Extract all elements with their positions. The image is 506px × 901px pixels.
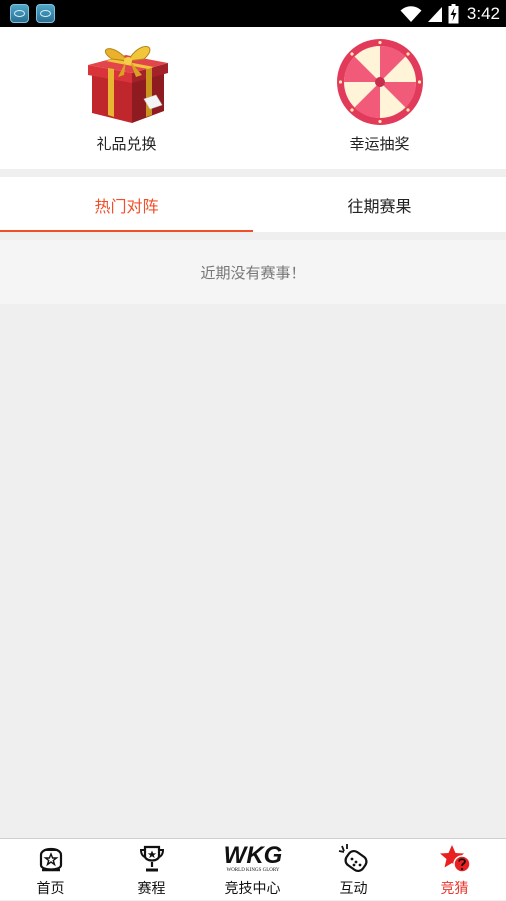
nav-item-interaction[interactable]: 互动 <box>303 839 404 901</box>
tab-past-results-label: 往期赛果 <box>347 196 412 216</box>
guess-icon <box>439 845 471 873</box>
status-time: 3:42 <box>466 3 500 23</box>
lucky-draw-card[interactable]: 幸运抽奖 <box>253 27 506 169</box>
app-notification-icon <box>36 4 55 23</box>
nav-item-arena[interactable]: WKG WORLD KINGS GLORY 竞技中心 <box>202 839 303 901</box>
wkg-logo-subtext: WORLD KINGS GLORY <box>226 868 279 873</box>
gift-box-icon <box>87 46 168 123</box>
nav-item-guess[interactable]: 竞猜 <box>404 839 505 901</box>
wkg-logo: WKG WORLD KINGS GLORY <box>223 842 282 873</box>
app-notification-icon <box>10 4 29 23</box>
wkg-logo-text: WKG <box>223 842 282 869</box>
wifi-icon <box>400 5 422 22</box>
nav-label-interaction: 互动 <box>339 881 368 897</box>
nav-label-arena: 竞技中心 <box>224 881 281 897</box>
trophy-icon <box>139 845 164 872</box>
helmet-icon <box>39 847 62 872</box>
active-tab-indicator <box>0 230 253 232</box>
tab-hot-matches-label: 热门对阵 <box>94 196 159 216</box>
gift-exchange-label: 礼品兑换 <box>96 135 157 153</box>
interaction-icon <box>338 844 368 873</box>
gift-exchange-card[interactable]: 礼品兑换 <box>0 27 253 169</box>
bottom-navigation: 首页 赛程 WKG WORLD KINGS GLORY 竞技中心 互动 竞猜 <box>0 838 506 900</box>
nav-item-home[interactable]: 首页 <box>0 839 101 901</box>
nav-item-schedule[interactable]: 赛程 <box>101 839 202 901</box>
tab-hot-matches[interactable]: 热门对阵 <box>0 177 253 232</box>
tab-past-results[interactable]: 往期赛果 <box>253 177 506 232</box>
feature-cards: 礼品兑换 幸运抽奖 <box>0 27 506 169</box>
empty-state: 近期没有赛事！ <box>0 240 506 304</box>
lucky-wheel-icon <box>336 39 423 125</box>
signal-icon <box>427 6 442 22</box>
battery-charging-icon <box>448 3 459 23</box>
empty-state-message: 近期没有赛事！ <box>200 263 306 282</box>
status-bar: 3:42 <box>0 0 506 27</box>
nav-label-guess: 竞猜 <box>440 881 469 897</box>
lucky-draw-label: 幸运抽奖 <box>349 135 410 153</box>
nav-label-schedule: 赛程 <box>137 881 166 897</box>
match-tabs: 热门对阵 往期赛果 <box>0 177 506 232</box>
nav-label-home: 首页 <box>36 881 65 897</box>
